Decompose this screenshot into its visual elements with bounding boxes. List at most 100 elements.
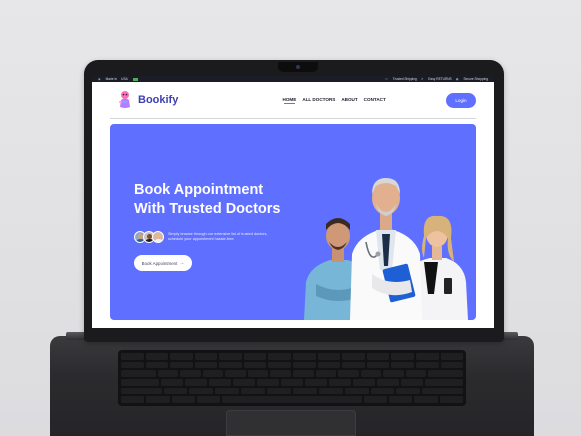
keyboard-key [145,353,169,360]
nav-link-all-doctors[interactable]: ALL DOCTORS [302,97,335,104]
keyboard-key [366,361,390,369]
keyboard-key [145,361,169,369]
keyboard-row [121,361,464,369]
keyboard-key [160,378,183,386]
doctors-illustration [304,178,468,320]
keyboard-key [189,387,214,395]
hero-banner: Book Appointment With Trusted Doctors Si… [110,124,476,320]
keyboard-key [196,396,221,403]
keyboard-key [353,378,376,386]
topbar-feature-returns: Easy RETURNS [428,77,452,81]
nav-divider [110,118,476,119]
return-icon: ↺ [420,77,424,81]
keyboard-key [232,378,255,386]
keyboard-key [247,370,269,377]
keyboard-key [267,387,291,395]
camera-icon [296,65,300,69]
keyboard-key [184,378,207,386]
topbar-features: ▭ Trusted Shipping ↺ Easy RETURNS ▣ Secu… [385,77,488,81]
keyboard-key [318,387,343,395]
doctor-mascot-icon [119,91,130,108]
keyboard-row [121,370,463,377]
keyboard-key [315,370,337,377]
keyboard-key [338,370,359,377]
keyboard-key [256,378,279,386]
keyboard-key [293,353,316,360]
keyboard-key [292,370,314,377]
nav-link-contact[interactable]: CONTACT [364,97,386,104]
made-in-label: Made In [105,77,118,81]
keyboard-key [377,378,400,386]
hero-title-line-1: Book Appointment [134,182,264,198]
keyboard-key [180,370,201,377]
keyboard-row [121,353,464,360]
book-appointment-label: Book Appointment [141,260,178,266]
brand-name: Bookify [138,94,179,106]
keyboard-key [170,361,193,369]
keyboard-key [219,361,242,369]
keyboard-key [401,378,424,386]
hero-subtitle-group: Simply browse through our extensive list… [134,230,278,244]
keyboard-key [317,361,341,369]
keyboard-key [157,370,179,377]
globe-icon: ◉ [98,77,101,81]
keyboard-key [121,396,145,403]
login-button[interactable]: Login [445,92,476,108]
brand-logo[interactable]: Bookify [118,90,178,110]
keyboard-key [342,353,365,360]
keyboard-key [391,361,414,369]
keyboard-key [215,387,240,395]
keyboard-key [222,396,362,403]
keyboard-key [363,396,388,403]
nav-links: HOME ALL DOCTORS ABOUT CONTACT [283,97,386,104]
laptop-screen: ◉ Made In USA ▭ Trusted Shipping ↺ Easy … [92,76,494,328]
keyboard-key [366,353,390,360]
made-in-country: USA [121,77,128,81]
keyboard-key [342,361,365,369]
keyboard-key [268,361,292,369]
keyboard-key [370,387,395,395]
keyboard-key [194,361,218,369]
keyboard-key [146,396,170,403]
hero-title: Book Appointment With Trusted Doctors [134,181,294,219]
keyboard-key [121,387,162,395]
navbar: Bookify HOME ALL DOCTORS ABOUT CONTACT L… [92,82,494,118]
nav-link-home[interactable]: HOME [283,97,296,104]
keyboard-key [208,378,231,386]
keyboard-key [225,370,246,377]
nav-link-about[interactable]: ABOUT [341,97,357,104]
lock-icon: ▣ [455,77,459,81]
keyboard-key [243,353,267,360]
laptop-keyboard [118,350,466,406]
keyboard-key [270,370,291,377]
keyboard-key [329,378,352,386]
keyboard-key [439,396,463,403]
topbar-feature-secure: Secure Shopping [463,77,488,81]
truck-icon: ▭ [384,77,388,81]
keyboard-key [170,353,193,360]
keyboard-key [344,387,369,395]
keyboard-row [121,396,463,403]
hero-title-line-2: With Trusted Doctors [134,201,281,217]
keyboard-key [440,353,464,360]
keyboard-row [121,387,463,395]
keyboard-row [121,378,463,386]
keyboard-key [121,361,144,369]
avatar-group [134,230,164,244]
keyboard-key [391,353,414,360]
keyboard-key [396,387,421,395]
keyboard-key [425,378,463,386]
keyboard-key [243,361,267,369]
book-appointment-button[interactable]: Book Appointment → [134,255,192,271]
keyboard-key [280,378,304,386]
keyboard-key [428,370,463,377]
doctor-avatar-3 [152,231,164,243]
flag-icon [132,77,138,81]
keyboard-key [414,396,438,403]
keyboard-key [121,370,156,377]
keyboard-key [405,370,427,377]
keyboard-key [268,353,292,360]
arrow-right-icon: → [179,260,185,266]
keyboard-key [121,353,144,360]
keyboard-key [360,370,382,377]
